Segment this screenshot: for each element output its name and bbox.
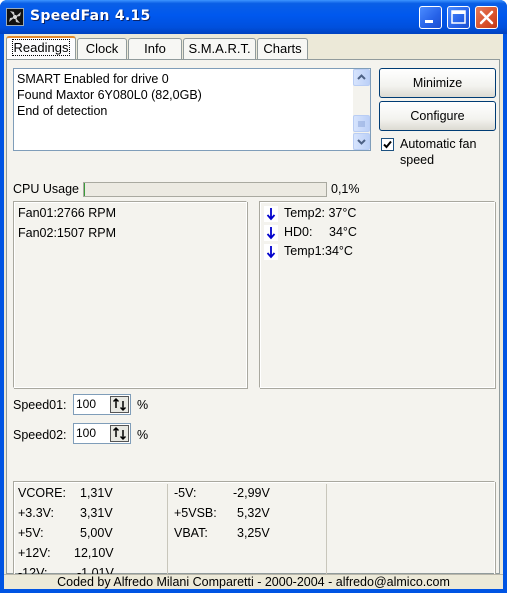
cpu-usage-label: CPU Usage [13, 182, 79, 196]
speed01-unit: % [137, 398, 149, 412]
voltage-column-divider [326, 484, 327, 582]
speed01-updown-icon[interactable] [110, 396, 129, 413]
voltage-name: +5VSB: [174, 506, 217, 520]
tab-clock[interactable]: Clock [77, 38, 127, 59]
speed02-label: Speed02: [13, 428, 67, 442]
readings-panel: SMART Enabled for drive 0 Found Maxtor 6… [6, 59, 500, 585]
tab-charts-label: Charts [263, 41, 302, 56]
credits-footer: Coded by Alfredo Milani Comparetti - 200… [4, 574, 503, 589]
temp-value: 34°C [325, 244, 353, 258]
fan-name: Fan02: [18, 226, 57, 240]
temp-name: HD0: [284, 225, 313, 239]
voltage-value: -2,99V [233, 486, 270, 500]
fan-readings-box: Fan01:2766 RPM Fan02:1507 RPM [13, 201, 247, 388]
voltage-name: +3.3V: [18, 506, 55, 520]
window-title: SpeedFan 4.15 [30, 8, 151, 24]
speedfan-window: SpeedFan 4.15 Readings Clock Info S.M.A.… [0, 0, 507, 593]
temp-value: 37°C [328, 206, 357, 220]
scroll-down-button[interactable] [353, 133, 370, 150]
fan-rpm: 2766 RPM [56, 206, 116, 220]
detection-log[interactable]: SMART Enabled for drive 0 Found Maxtor 6… [13, 68, 371, 151]
cpu-usage-bar [83, 182, 327, 197]
log-line: End of detection [17, 104, 108, 118]
automatic-fan-speed-checkbox[interactable] [381, 138, 394, 151]
voltage-value: 5,00V [80, 526, 113, 540]
speed01-label: Speed01: [13, 398, 67, 412]
speed02-updown-icon[interactable] [110, 425, 129, 442]
minimize-button[interactable]: Minimize [379, 68, 496, 98]
voltages-box: VCORE: 1,31V +3.3V: 3,31V +5V: 5,00V +12… [13, 481, 495, 585]
voltage-value: 12,10V [74, 546, 114, 560]
fan-reading: Fan01:2766 RPM [18, 206, 116, 220]
scroll-up-button[interactable] [353, 69, 370, 86]
voltage-value: 3,25V [237, 526, 270, 540]
title-bar[interactable]: SpeedFan 4.15 [0, 0, 507, 34]
tab-charts[interactable]: Charts [257, 38, 308, 59]
temperature-readings-box: Temp2: 37°C HD0: 34°C Temp1:34°C [259, 201, 495, 388]
minimize-window-button[interactable] [419, 6, 442, 29]
voltage-value: 5,32V [237, 506, 270, 520]
voltage-name: -5V: [174, 486, 197, 500]
voltage-name: VBAT: [174, 526, 208, 540]
automatic-fan-speed-label-line2: speed [400, 153, 435, 167]
voltage-name: +12V: [18, 546, 51, 560]
voltage-value: 1,31V [80, 486, 113, 500]
voltage-name: VCORE: [18, 486, 66, 500]
speed01-value[interactable]: 100 [76, 397, 96, 411]
tab-smart[interactable]: S.M.A.R.T. [183, 38, 256, 59]
temp-value: 34°C [329, 225, 357, 239]
temperature-reading: HD0: 34°C [284, 225, 357, 239]
log-scrollbar[interactable] [353, 69, 370, 150]
tab-readings[interactable]: Readings [6, 36, 76, 60]
speed02-spinner[interactable]: 100 [73, 423, 131, 444]
tab-smart-label: S.M.A.R.T. [188, 41, 251, 56]
tab-clock-label: Clock [85, 41, 119, 56]
temperature-down-arrow-icon [264, 244, 278, 260]
voltage-name: +5V: [18, 526, 44, 540]
log-lines: SMART Enabled for drive 0 Found Maxtor 6… [17, 71, 202, 119]
automatic-fan-speed-label: Automatic fan [400, 137, 477, 151]
speed01-spinner[interactable]: 100 [73, 394, 131, 415]
log-line: Found Maxtor 6Y080L0 (82,0GB) [17, 88, 202, 102]
tab-readings-label: Readings [11, 39, 71, 56]
fan-name: Fan01: [18, 206, 57, 220]
tab-info[interactable]: Info [128, 38, 182, 59]
scroll-thumb[interactable] [353, 115, 370, 132]
fan-reading: Fan02:1507 RPM [18, 226, 116, 240]
tab-info-label: Info [144, 41, 166, 56]
cpu-usage-value: 0,1% [331, 182, 360, 196]
close-window-button[interactable] [475, 6, 498, 29]
configure-button[interactable]: Configure [379, 101, 496, 131]
temperature-reading: Temp1:34°C [284, 244, 353, 258]
temperature-reading: Temp2: 37°C [284, 206, 356, 220]
log-line: SMART Enabled for drive 0 [17, 72, 169, 86]
voltage-column-divider [167, 484, 168, 582]
temperature-down-arrow-icon [264, 225, 278, 241]
maximize-window-button[interactable] [447, 6, 470, 29]
client-area: Readings Clock Info S.M.A.R.T. Charts SM… [4, 34, 503, 589]
speed02-value[interactable]: 100 [76, 426, 96, 440]
speed02-unit: % [137, 428, 149, 442]
temperature-down-arrow-icon [264, 206, 278, 222]
voltage-value: 3,31V [80, 506, 113, 520]
temp-name: Temp2: [284, 206, 325, 220]
temp-name: Temp1: [284, 244, 325, 258]
speedfan-fan-icon[interactable] [6, 8, 24, 26]
fan-rpm: 1507 RPM [56, 226, 116, 240]
